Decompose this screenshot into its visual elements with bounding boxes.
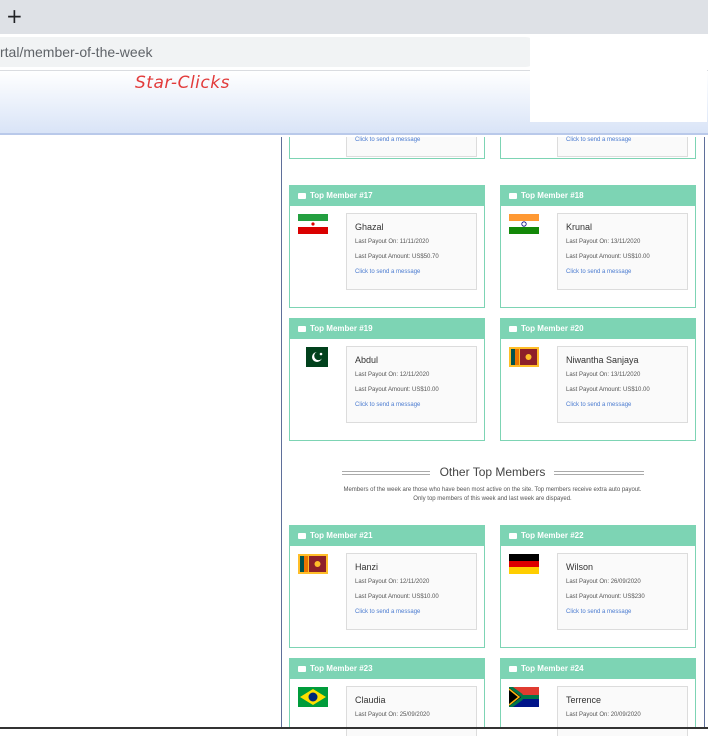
send-message-link[interactable]: Click to send a message xyxy=(355,269,476,275)
member-info: Ghazal Last Payout On: 11/11/2020 Last P… xyxy=(346,213,477,290)
member-card: Top Member #18 Krunal Last Payout On: 13… xyxy=(500,185,696,308)
card-title: Top Member #20 xyxy=(521,324,584,333)
south-africa-flag-icon xyxy=(509,687,539,707)
member-card: Top Member #23 Claudia Last Payout On: 2… xyxy=(289,658,485,736)
last-payout-amount: Last Payout Amount: US$10.00 xyxy=(566,254,650,260)
pakistan-flag-icon xyxy=(306,347,328,367)
send-message-link[interactable]: Click to send a message xyxy=(355,137,420,143)
send-message-link[interactable]: Click to send a message xyxy=(566,137,631,143)
card-title: Top Member #17 xyxy=(310,191,373,200)
section-title: Other Top Members xyxy=(439,465,546,479)
card-icon xyxy=(298,666,306,672)
card-icon xyxy=(509,326,517,332)
section-description-2: Only top members of this week and last w… xyxy=(413,496,572,502)
brazil-flag-icon xyxy=(298,687,328,707)
member-name: Wilson xyxy=(566,562,594,572)
card-header: Top Member #23 xyxy=(290,659,484,679)
card-icon xyxy=(298,326,306,332)
card-title: Top Member #21 xyxy=(310,531,373,540)
section-description: Members of the week are those who have b… xyxy=(343,487,642,493)
member-name: Terrence xyxy=(566,695,602,705)
member-card: Top Member #21 Hanzi Last Payout On: 12/… xyxy=(289,525,485,648)
member-name: Abdul xyxy=(355,355,379,365)
address-bar[interactable]: rtal/member-of-the-week xyxy=(0,37,540,67)
card-icon xyxy=(509,193,517,199)
card-header: Top Member #24 xyxy=(501,659,695,679)
card-partial-right: Click to send a message xyxy=(500,137,696,159)
member-name: Claudia xyxy=(355,695,386,705)
send-message-link[interactable]: Click to send a message xyxy=(566,269,687,275)
card-title: Top Member #18 xyxy=(521,191,584,200)
card-title: Top Member #19 xyxy=(310,324,373,333)
member-info: Wilson Last Payout On: 26/09/2020 Last P… xyxy=(557,553,688,630)
card-icon xyxy=(298,193,306,199)
member-card: Top Member #17 Ghazal Last Payout On: 11… xyxy=(289,185,485,308)
member-name: Hanzi xyxy=(355,562,379,572)
send-message-link[interactable]: Click to send a message xyxy=(355,609,476,615)
card-header: Top Member #22 xyxy=(501,526,695,546)
last-payout-amount: Last Payout Amount: US$10.00 xyxy=(355,594,439,600)
last-payout-amount: Last Payout Amount: US$10.00 xyxy=(566,387,650,393)
member-card: Top Member #19 Abdul Last Payout On: 12/… xyxy=(289,318,485,441)
card-header: Top Member #19 xyxy=(290,319,484,339)
member-name: Niwantha Sanjaya xyxy=(566,355,639,365)
last-payout-date: Last Payout On: 13/11/2020 xyxy=(566,372,641,378)
send-message-link[interactable]: Click to send a message xyxy=(355,402,476,408)
member-name: Krunal xyxy=(566,222,593,232)
browser-tab-strip: + xyxy=(0,0,708,34)
last-payout-date: Last Payout On: 25/09/2020 xyxy=(355,712,430,718)
last-payout-amount: Last Payout Amount: US$10.00 xyxy=(355,387,439,393)
card-header: Top Member #21 xyxy=(290,526,484,546)
send-message-link[interactable]: Click to send a message xyxy=(566,402,687,408)
other-members-section: Other Top Members Members of the week ar… xyxy=(290,465,695,504)
last-payout-date: Last Payout On: 12/11/2020 xyxy=(355,579,430,585)
member-info: Niwantha Sanjaya Last Payout On: 13/11/2… xyxy=(557,346,688,423)
member-info: Krunal Last Payout On: 13/11/2020 Last P… xyxy=(557,213,688,290)
card-header: Top Member #17 xyxy=(290,186,484,206)
last-payout-date: Last Payout On: 13/11/2020 xyxy=(566,239,641,245)
last-payout-date: Last Payout On: 20/09/2020 xyxy=(566,712,641,718)
page-content: Click to send a message Click to send a … xyxy=(0,137,708,736)
member-card: Top Member #22 Wilson Last Payout On: 26… xyxy=(500,525,696,648)
member-card: Top Member #20 Niwantha Sanjaya Last Pay… xyxy=(500,318,696,441)
card-icon xyxy=(509,666,517,672)
member-name: Ghazal xyxy=(355,222,384,232)
last-payout-date: Last Payout On: 26/09/2020 xyxy=(566,579,641,585)
last-payout-amount: Last Payout Amount: US$50.70 xyxy=(355,254,439,260)
india-flag-icon xyxy=(509,214,539,234)
sri-lanka-flag-icon xyxy=(298,554,328,574)
member-info: Abdul Last Payout On: 12/11/2020 Last Pa… xyxy=(346,346,477,423)
card-header: Top Member #20 xyxy=(501,319,695,339)
card-title: Top Member #23 xyxy=(310,664,373,673)
iran-flag-icon xyxy=(298,214,328,234)
overlay-blank-area xyxy=(530,38,707,122)
last-payout-amount: Last Payout Amount: US$230 xyxy=(566,594,645,600)
card-title: Top Member #22 xyxy=(521,531,584,540)
url-text: rtal/member-of-the-week xyxy=(0,44,153,60)
card-title: Top Member #24 xyxy=(521,664,584,673)
last-payout-date: Last Payout On: 11/11/2020 xyxy=(355,239,429,245)
member-card: Top Member #24 Terrence Last Payout On: … xyxy=(500,658,696,736)
card-header: Top Member #18 xyxy=(501,186,695,206)
last-payout-date: Last Payout On: 12/11/2020 xyxy=(355,372,430,378)
germany-flag-icon xyxy=(509,554,539,574)
member-info: Hanzi Last Payout On: 12/11/2020 Last Pa… xyxy=(346,553,477,630)
card-icon xyxy=(509,533,517,539)
card-icon xyxy=(298,533,306,539)
send-message-link[interactable]: Click to send a message xyxy=(566,609,687,615)
site-logo[interactable]: Star-Clicks xyxy=(135,73,230,93)
card-partial-left: Click to send a message xyxy=(289,137,485,159)
sri-lanka-flag-icon xyxy=(509,347,539,367)
new-tab-button[interactable]: + xyxy=(6,4,26,28)
